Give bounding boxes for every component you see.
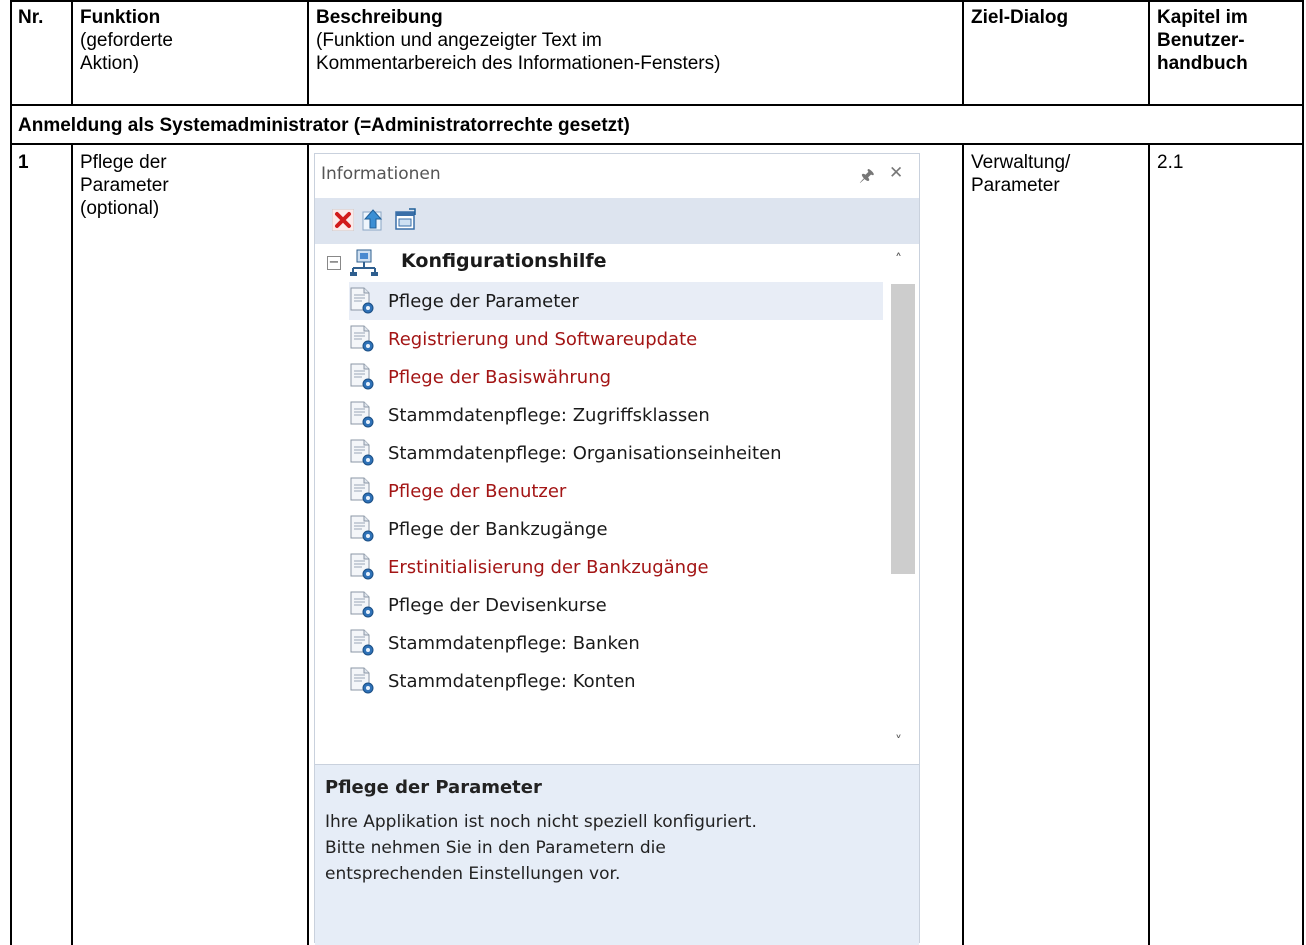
- up-icon[interactable]: [359, 206, 387, 234]
- document-gear-icon: [349, 629, 375, 657]
- comment-text: Ihre Applikation ist noch nicht speziell…: [325, 809, 905, 887]
- tree-root-label[interactable]: Konfigurationshilfe: [401, 250, 607, 272]
- document-gear-icon: [349, 667, 375, 695]
- row-funktion-3: (optional): [80, 198, 160, 219]
- header-kapitel-1: Kapitel im: [1157, 7, 1248, 28]
- pin-icon[interactable]: 🖈︎: [859, 163, 875, 192]
- header-beschreibung: Beschreibung (Funktion und angezeigter T…: [316, 6, 720, 75]
- document-gear-icon: [349, 515, 375, 543]
- config-tree: − Konfigurationshilfe Pflege der Paramet…: [315, 244, 919, 764]
- header-funktion-title: Funktion: [80, 7, 161, 28]
- collapse-icon[interactable]: −: [327, 256, 341, 270]
- window-icon[interactable]: [391, 206, 419, 234]
- row-ziel-dialog: Verwaltung/ Parameter: [971, 151, 1070, 197]
- tree-item-label: Pflege der Devisenkurse: [388, 594, 607, 616]
- header-kapitel-3: handbuch: [1157, 53, 1248, 74]
- document-gear-icon: [349, 325, 375, 353]
- document-gear-icon: [349, 591, 375, 619]
- row-funktion-1: Pflege der: [80, 152, 167, 173]
- row-kapitel: 2.1: [1157, 152, 1184, 173]
- tree-item[interactable]: Pflege der Bankzugänge: [349, 510, 883, 548]
- tree-item[interactable]: Stammdatenpflege: Konten: [349, 662, 883, 700]
- tree-item[interactable]: Stammdatenpflege: Organisationseinheiten: [349, 434, 883, 472]
- comment-line-2: Bitte nehmen Sie in den Parametern die: [325, 838, 666, 858]
- tree-item[interactable]: Pflege der Benutzer: [349, 472, 883, 510]
- tree-item-label: Pflege der Basiswährung: [388, 366, 612, 388]
- row-funktion-2: Parameter: [80, 175, 169, 196]
- document-gear-icon: [349, 553, 375, 581]
- document-gear-icon: [349, 287, 375, 315]
- panel-toolbar: [315, 198, 919, 244]
- row-ziel-1: Verwaltung/: [971, 152, 1071, 173]
- tree-item-label: Stammdatenpflege: Organisationseinheiten: [388, 442, 782, 464]
- scrollbar-thumb[interactable]: [891, 284, 915, 574]
- tree-item-label: Pflege der Bankzugänge: [388, 518, 608, 540]
- panel-title: Informationen: [321, 164, 441, 184]
- document-gear-icon: [349, 439, 375, 467]
- row-funktion: Pflege der Parameter (optional): [80, 151, 169, 220]
- comment-line-1: Ihre Applikation ist noch nicht speziell…: [325, 812, 757, 832]
- tree-item-label: Erstinitialisierung der Bankzugänge: [388, 556, 709, 578]
- header-beschreibung-title: Beschreibung: [316, 7, 443, 28]
- comment-title: Pflege der Parameter: [325, 777, 542, 798]
- scroll-down-icon[interactable]: ˅: [895, 734, 902, 750]
- tree-item-label: Stammdatenpflege: Zugriffsklassen: [388, 404, 710, 426]
- delete-icon[interactable]: [329, 206, 357, 234]
- header-ziel-dialog: Ziel-Dialog: [971, 7, 1069, 28]
- tree-item[interactable]: Pflege der Devisenkurse: [349, 586, 883, 624]
- network-icon: [349, 248, 383, 278]
- document-gear-icon: [349, 401, 375, 429]
- tree-item-label: Stammdatenpflege: Konten: [388, 670, 636, 692]
- tree-item-label: Registrierung und Softwareupdate: [388, 328, 698, 350]
- header-funktion-sub-2: Aktion): [80, 53, 140, 74]
- tree-item-label: Stammdatenpflege: Banken: [388, 632, 640, 654]
- document-gear-icon: [349, 477, 375, 505]
- tree-item-label: Pflege der Benutzer: [388, 480, 567, 502]
- header-funktion: Funktion (geforderte Aktion): [80, 6, 173, 75]
- tree-item[interactable]: Pflege der Parameter: [349, 282, 883, 320]
- section-title: Anmeldung als Systemadministrator (=Admi…: [18, 115, 630, 136]
- tree-scrollbar[interactable]: ˄ ˅: [885, 244, 917, 764]
- header-beschreibung-sub-2: Kommentarbereich des Informationen-Fenst…: [316, 53, 721, 74]
- row-nr: 1: [18, 152, 29, 173]
- header-funktion-sub-1: (geforderte: [80, 30, 173, 51]
- tree-item-label: Pflege der Parameter: [388, 290, 579, 312]
- tree-item[interactable]: Stammdatenpflege: Banken: [349, 624, 883, 662]
- header-beschreibung-sub-1: (Funktion und angezeigter Text im: [316, 30, 602, 51]
- tree-item[interactable]: Pflege der Basiswährung: [349, 358, 883, 396]
- row-ziel-2: Parameter: [971, 175, 1060, 196]
- header-kapitel: Kapitel im Benutzer- handbuch: [1157, 6, 1248, 75]
- scroll-up-icon[interactable]: ˄: [895, 252, 902, 268]
- header-kapitel-2: Benutzer-: [1157, 30, 1245, 51]
- comment-line-3: entsprechenden Einstellungen vor.: [325, 864, 621, 884]
- comment-area: Pflege der Parameter Ihre Applikation is…: [315, 764, 919, 945]
- tree-item[interactable]: Registrierung und Softwareupdate: [349, 320, 883, 358]
- header-nr: Nr.: [18, 7, 44, 28]
- close-icon[interactable]: ✕: [889, 163, 903, 183]
- tree-item[interactable]: Stammdatenpflege: Zugriffsklassen: [349, 396, 883, 434]
- tree-item[interactable]: Erstinitialisierung der Bankzugänge: [349, 548, 883, 586]
- informationen-panel: Informationen 🖈︎ ✕ − Konfigurationshilfe…: [314, 153, 920, 945]
- document-gear-icon: [349, 363, 375, 391]
- panel-header: Informationen 🖈︎ ✕: [315, 154, 919, 198]
